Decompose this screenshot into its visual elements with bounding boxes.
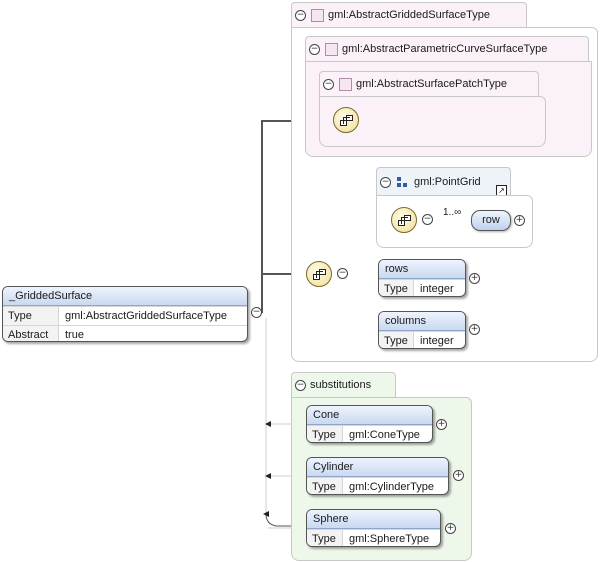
type-tab-abstract-parametric-curve-surface[interactable]: − gml:AbstractParametricCurveSurfaceType (305, 36, 589, 62)
sequence-compositor-icon[interactable] (306, 261, 332, 287)
complex-type-icon (325, 42, 338, 56)
collapse-toggle-icon[interactable]: − (309, 43, 320, 55)
collapse-toggle-icon[interactable]: − (337, 268, 348, 279)
element-cylinder[interactable]: Cylinder Type gml:CylinderType (306, 457, 449, 495)
sequence-compositor-icon[interactable] (391, 207, 417, 233)
element-cone[interactable]: Cone Type gml:ConeType (306, 405, 433, 443)
collapse-toggle-icon[interactable]: − (380, 176, 391, 188)
element-columns[interactable]: columns Type integer (378, 311, 466, 349)
expand-plus-icon[interactable]: + (469, 273, 480, 284)
sequence-compositor-icon[interactable] (333, 107, 359, 133)
collapse-toggle-icon[interactable]: − (251, 307, 262, 318)
substitutions-tab[interactable]: − substitutions (291, 372, 396, 398)
collapse-toggle-icon[interactable]: − (422, 214, 433, 225)
type-tab-point-grid[interactable]: − gml:PointGrid (376, 167, 511, 196)
element-gridded-surface[interactable]: _GriddedSurface Type gml:AbstractGriddedS… (2, 286, 248, 342)
element-rows[interactable]: rows Type integer (378, 259, 466, 297)
type-tab-abstract-surface-patch[interactable]: − gml:AbstractSurfacePatchType (319, 71, 539, 97)
expand-plus-icon[interactable]: + (453, 470, 464, 481)
row-cardinality: 1..∞ (443, 207, 462, 218)
expand-plus-icon[interactable]: + (514, 215, 525, 226)
element-row[interactable]: row (471, 210, 511, 231)
type-tab-abstract-gridded-surface[interactable]: − gml:AbstractGriddedSurfaceType (291, 2, 527, 28)
collapse-toggle-icon[interactable]: − (323, 78, 334, 90)
complex-type-icon (311, 8, 324, 22)
expand-plus-icon[interactable]: + (436, 419, 447, 430)
collapse-toggle-icon[interactable]: − (295, 379, 306, 391)
expand-plus-icon[interactable]: + (469, 324, 480, 335)
collapse-toggle-icon[interactable]: − (295, 9, 306, 21)
element-sphere[interactable]: Sphere Type gml:SphereType (306, 509, 441, 547)
complex-type-icon (396, 176, 410, 189)
complex-type-icon (339, 77, 352, 91)
expand-plus-icon[interactable]: + (445, 523, 456, 534)
